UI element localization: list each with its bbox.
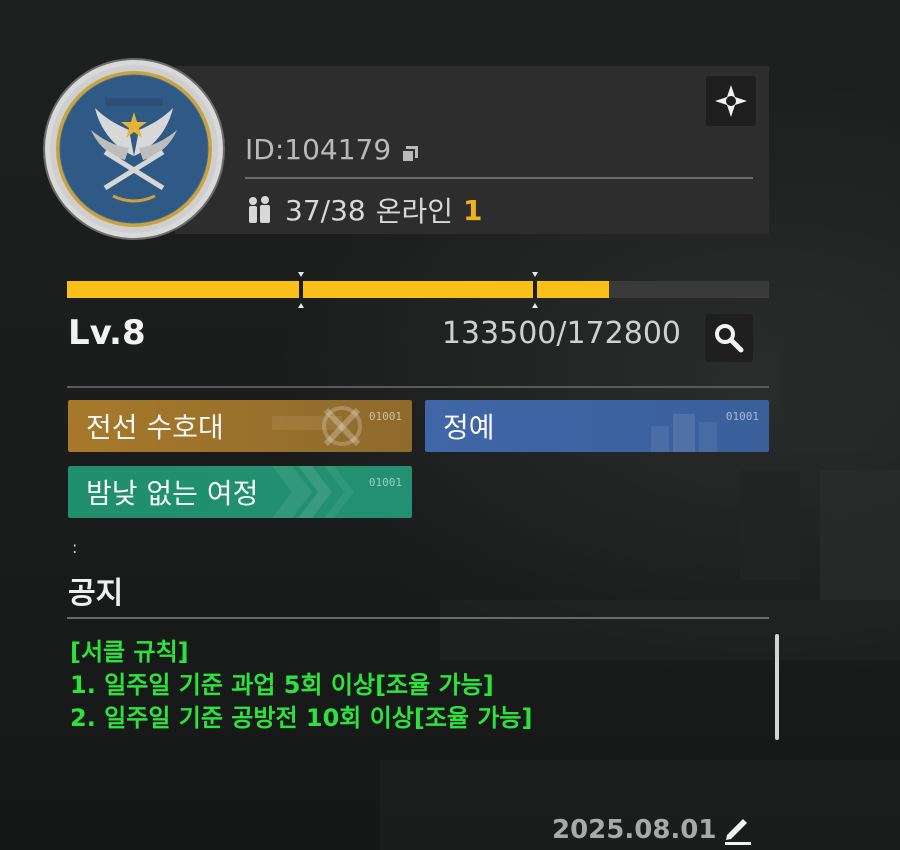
online-count: 1 [462, 193, 483, 227]
chevron-stripes-icon [272, 466, 354, 518]
guild-emblem [45, 60, 223, 238]
header-divider [245, 177, 753, 179]
notice-line: [서클 규칙] [70, 638, 189, 666]
settings-button[interactable] [706, 76, 756, 126]
guild-emblem-icon [50, 65, 218, 233]
experience-bar [67, 272, 769, 308]
search-icon [715, 324, 744, 353]
edit-pencil-icon [725, 819, 751, 845]
guild-id-text: ID:104179 [245, 133, 392, 166]
experience-segment-marker [296, 272, 306, 308]
crossed-swords-icon [272, 406, 362, 447]
notice-body[interactable]: [서클 규칙] 1. 일주일 기준 과업 5회 이상[조율 가능] 2. 일주일… [70, 636, 760, 735]
guild-tag-code: 01001 [368, 476, 402, 489]
member-count-row: 37/38 온라인 1 [245, 190, 482, 230]
guild-tag-code: 01001 [725, 410, 759, 423]
building-pattern-icon [651, 414, 717, 452]
guild-tag-label: 전선 수호대 [86, 411, 224, 444]
guild-tag-label: 밤낮 없는 여정 [86, 477, 259, 510]
experience-bar-fill [67, 281, 610, 298]
guild-tag-frontline-guard[interactable]: 전선 수호대 01001 [68, 400, 412, 452]
guild-id: ID:104179 [245, 133, 421, 166]
members-icon [249, 196, 270, 223]
experience-value: 133500/172800 [441, 316, 681, 351]
member-count: 37/38 [285, 193, 366, 227]
notice-divider [67, 617, 769, 619]
online-label: 온라인 [375, 195, 453, 228]
guild-tag-endless-journey[interactable]: 밤낮 없는 여정 01001 [68, 466, 412, 518]
experience-segment-marker [530, 272, 540, 308]
edit-notice-button[interactable] [718, 808, 758, 848]
notice-date: 2025.08.01 [552, 815, 717, 845]
notice-line: 2. 일주일 기준 공방전 10회 이상[조율 가능] [70, 704, 533, 732]
separator-dots: : [72, 538, 78, 557]
settings-diamond-icon [715, 85, 747, 117]
guild-tag-label: 정예 [443, 411, 495, 444]
guild-level: Lv.8 [68, 313, 146, 353]
guild-tag-code: 01001 [368, 410, 402, 423]
notice-title: 공지 [68, 576, 124, 611]
search-button[interactable] [705, 314, 753, 362]
guild-tag-elite[interactable]: 정예 01001 [425, 400, 769, 452]
copy-icon[interactable] [399, 139, 421, 163]
level-divider [67, 386, 769, 388]
notice-scrollbar[interactable] [775, 634, 779, 740]
notice-line: 1. 일주일 기준 과업 5회 이상[조율 가능] [70, 671, 494, 699]
